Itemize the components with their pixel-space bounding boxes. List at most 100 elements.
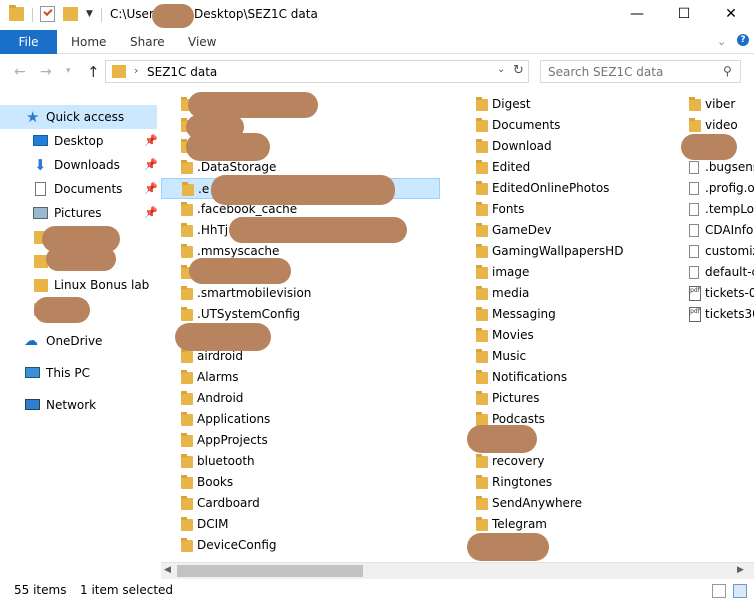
list-item[interactable]: Notifications (456, 367, 736, 388)
search-icon[interactable]: ⚲ (723, 64, 732, 78)
divider (32, 8, 33, 22)
list-item[interactable]: Alarms (161, 367, 441, 388)
list-item[interactable]: bluetooth (161, 451, 441, 472)
address-dropdown-chevron-icon[interactable]: ⌄ (497, 64, 505, 75)
file-name: customiz (705, 244, 754, 258)
folder-icon (9, 5, 24, 21)
list-item[interactable]: .bugsense (669, 157, 754, 178)
close-button[interactable]: ✕ (708, 0, 754, 30)
folder-icon (181, 454, 193, 468)
list-item[interactable]: Books (161, 472, 441, 493)
scroll-right-icon[interactable]: ▶ (737, 565, 744, 575)
nav-item-label: Desktop (54, 134, 104, 148)
list-item[interactable]: recovery (456, 451, 736, 472)
file-name: .profig.os (705, 181, 754, 195)
file-name: Pictures (492, 391, 540, 405)
nav-item-linux-bonus-lab[interactable]: Linux Bonus lab (0, 273, 157, 297)
folder-icon (181, 223, 193, 237)
forward-arrow-icon[interactable]: → (40, 64, 52, 80)
search-input[interactable] (541, 61, 721, 82)
list-item[interactable]: CDAInfo. (669, 220, 754, 241)
details-view-icon[interactable] (712, 584, 726, 598)
nav-item-documents[interactable]: Documents 📌 (0, 177, 158, 201)
list-item[interactable]: DeviceConfig (161, 535, 441, 556)
recent-locations-chevron-icon[interactable]: ▾ (66, 66, 71, 76)
nav-item-onedrive[interactable]: ☁ OneDrive (0, 329, 157, 353)
large-icons-view-icon[interactable] (733, 584, 747, 598)
list-item[interactable]: DCIM (161, 514, 441, 535)
minimize-button[interactable]: — (614, 0, 660, 30)
file-name: .e (198, 182, 210, 196)
folder-icon (476, 349, 488, 363)
selection-count: 1 item selected (80, 583, 174, 597)
nav-item-this-pc[interactable]: This PC (0, 361, 157, 385)
nav-item-desktop[interactable]: Desktop 📌 (0, 129, 158, 153)
list-item[interactable]: .tempLoc (669, 199, 754, 220)
tab-share[interactable]: Share (130, 30, 165, 54)
list-item[interactable]: pdf tickets-02 (669, 283, 754, 304)
list-item[interactable]: Ringtones (456, 472, 736, 493)
folder-icon (689, 118, 701, 132)
nav-item-quick-access[interactable]: ★ Quick access (0, 105, 157, 129)
scrollbar-thumb[interactable] (177, 565, 363, 577)
list-item[interactable]: Android (161, 388, 441, 409)
breadcrumb[interactable]: SEZ1C data (147, 65, 217, 79)
list-item[interactable]: Movies (456, 325, 736, 346)
file-explorer-window: ▼ C:\Users Desktop\SEZ1C data — ☐ ✕ File… (0, 0, 754, 604)
up-arrow-icon[interactable]: ↑ (87, 63, 100, 81)
file-name: Messaging (492, 307, 556, 321)
file-name: media (492, 286, 530, 300)
item-count: 55 items (14, 583, 67, 597)
list-item[interactable]: AppProjects (161, 430, 441, 451)
customize-toolbar-chevron-icon[interactable]: ▼ (86, 9, 93, 19)
address-bar[interactable]: › SEZ1C data ⌄ ↻ (105, 60, 529, 83)
search-box[interactable]: ⚲ (540, 60, 741, 83)
folder-icon (181, 370, 193, 384)
list-item[interactable]: Applications (161, 409, 441, 430)
tab-home[interactable]: Home (71, 30, 106, 54)
properties-icon[interactable] (40, 6, 55, 22)
nav-item-pictures[interactable]: Pictures 📌 (0, 201, 158, 225)
expand-ribbon-chevron-icon[interactable]: ⌄ (717, 35, 726, 48)
list-item[interactable]: viber (669, 94, 754, 115)
list-item[interactable]: pdf tickets30- (669, 304, 754, 325)
breadcrumb-chevron-icon[interactable]: › (134, 64, 138, 77)
tab-file[interactable]: File (0, 30, 57, 54)
redaction (211, 175, 395, 205)
redaction (46, 247, 116, 271)
help-icon[interactable]: ? (737, 34, 749, 46)
list-item[interactable]: .UTSystemConfig (161, 304, 441, 325)
list-item[interactable]: Cardboard (161, 493, 441, 514)
list-item[interactable]: default-c (669, 262, 754, 283)
list-item[interactable]: Telegram (456, 514, 736, 535)
horizontal-scrollbar[interactable]: ◀ ▶ (161, 562, 754, 579)
list-item[interactable]: Pictures (456, 388, 736, 409)
star-icon: ★ (26, 108, 40, 126)
maximize-button[interactable]: ☐ (661, 0, 707, 30)
list-item[interactable]: .profig.os (669, 178, 754, 199)
folder-icon (181, 475, 193, 489)
list-item[interactable]: SendAnywhere (456, 493, 736, 514)
file-name: .tempLoc (705, 202, 754, 216)
nav-item-network[interactable]: Network (0, 393, 157, 417)
new-folder-icon[interactable] (63, 7, 78, 21)
cloud-icon: ☁ (24, 333, 38, 349)
refresh-icon[interactable]: ↻ (513, 63, 524, 78)
list-item[interactable]: .smartmobilevision (161, 283, 441, 304)
list-item[interactable]: Music (456, 346, 736, 367)
redaction (186, 133, 270, 161)
folder-icon (34, 279, 48, 292)
nav-item-label: Network (46, 398, 97, 412)
nav-item-label: Pictures (54, 206, 102, 220)
folder-icon (476, 223, 488, 237)
back-arrow-icon[interactable]: ← (14, 64, 26, 80)
nav-item-downloads[interactable]: ⬇ Downloads 📌 (0, 153, 158, 177)
redaction (34, 297, 90, 323)
tab-view[interactable]: View (188, 30, 216, 54)
scroll-left-icon[interactable]: ◀ (164, 565, 171, 575)
folder-icon (181, 307, 193, 321)
file-name: Books (197, 475, 234, 489)
list-item[interactable]: customiz (669, 241, 754, 262)
list-item[interactable]: video (669, 115, 754, 136)
file-name: default-c (705, 265, 754, 279)
